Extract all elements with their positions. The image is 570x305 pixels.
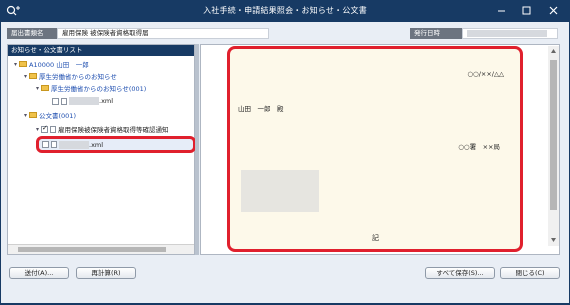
tree-node-notice-xml[interactable]: .xml bbox=[52, 95, 113, 107]
panel-splitter[interactable] bbox=[195, 44, 199, 255]
folder-icon bbox=[41, 85, 49, 91]
save-all-button[interactable]: すべて保存(S)... bbox=[425, 267, 495, 279]
collapse-icon[interactable]: ▾ bbox=[34, 85, 41, 92]
tree-node-label: 厚生労働省からのお知らせ bbox=[39, 73, 117, 81]
issue-date-value bbox=[462, 28, 558, 39]
tree-header: お知らせ・公文書リスト bbox=[8, 45, 194, 56]
tree-node-label: 雇用保険被保険者資格取得等確認通知 bbox=[58, 126, 169, 134]
checkbox-checked[interactable] bbox=[41, 125, 48, 133]
form-name-label: 届出書類名 bbox=[7, 28, 57, 39]
document-preview: ○○/××/△△ 山田 一郎 殿 ○○署 ××局 記 bbox=[227, 46, 523, 252]
document-icon bbox=[50, 125, 56, 133]
tree-node-label: .xml bbox=[89, 140, 104, 149]
notice-tree-panel: お知らせ・公文書リスト ▾ A10000 山田 一郎 ▾ 厚生労働省からのお知ら… bbox=[7, 44, 196, 255]
scrollbar-thumb[interactable] bbox=[550, 60, 557, 210]
document-icon bbox=[61, 97, 67, 105]
tree-node-employee[interactable]: ▾ A10000 山田 一郎 bbox=[12, 58, 89, 70]
tree-node-mhlw-notice-001[interactable]: ▾ 厚生労働省からのお知らせ(001) bbox=[34, 82, 146, 94]
scrollbar-thumb[interactable] bbox=[18, 247, 166, 252]
folder-icon bbox=[29, 112, 37, 118]
vertical-scrollbar[interactable] bbox=[548, 46, 559, 246]
tree-node-label: 公文書(001) bbox=[39, 112, 76, 120]
horizontal-scrollbar[interactable] bbox=[8, 244, 194, 254]
maximize-icon[interactable] bbox=[513, 2, 539, 19]
tree-node-selected-xml[interactable]: .xml bbox=[36, 136, 196, 153]
issue-date-label: 発行日時 bbox=[410, 28, 462, 39]
document-icon bbox=[51, 141, 57, 148]
scroll-down-icon[interactable] bbox=[550, 237, 557, 243]
recalculate-button[interactable]: 再計算(R) bbox=[76, 267, 136, 279]
document-date: ○○/××/△△ bbox=[467, 70, 504, 78]
tree-node-mhlw-notices[interactable]: ▾ 厚生労働省からのお知らせ bbox=[22, 70, 117, 82]
collapse-icon[interactable]: ▾ bbox=[34, 126, 41, 133]
folder-icon bbox=[19, 61, 27, 67]
close-button[interactable]: 閉じる(C) bbox=[500, 267, 560, 279]
checkbox[interactable] bbox=[42, 141, 49, 148]
tree-node-label: .xml bbox=[99, 97, 114, 105]
checkbox[interactable] bbox=[52, 97, 59, 105]
document-ki: 記 bbox=[372, 234, 379, 242]
tree-node-confirmation-notice[interactable]: ▾ 雇用保険被保険者資格取得等確認通知 bbox=[34, 123, 169, 135]
redacted-block bbox=[241, 170, 319, 212]
collapse-icon[interactable]: ▾ bbox=[12, 61, 19, 68]
send-button[interactable]: 送付(A)... bbox=[9, 267, 69, 279]
tree-node-label: 厚生労働省からのお知らせ(001) bbox=[51, 85, 147, 93]
form-name-value: 雇用保険 被保険者資格取得届 bbox=[57, 28, 269, 39]
close-icon[interactable] bbox=[540, 2, 566, 19]
scroll-up-icon[interactable] bbox=[550, 48, 557, 54]
folder-icon bbox=[29, 73, 37, 79]
document-addressee: 山田 一郎 殿 bbox=[238, 105, 284, 113]
document-issuer: ○○署 ××局 bbox=[458, 143, 500, 151]
collapse-icon[interactable]: ▾ bbox=[22, 73, 29, 80]
title-bar: 入社手続・申請結果照会・お知らせ・公文書 bbox=[0, 0, 570, 22]
minimize-icon[interactable] bbox=[488, 2, 514, 19]
tree-node-label: A10000 山田 一郎 bbox=[29, 61, 89, 69]
collapse-icon[interactable]: ▾ bbox=[22, 112, 29, 119]
window-title: 入社手続・申請結果照会・お知らせ・公文書 bbox=[203, 6, 367, 15]
tree-node-official-docs[interactable]: ▾ 公文書(001) bbox=[22, 109, 76, 121]
